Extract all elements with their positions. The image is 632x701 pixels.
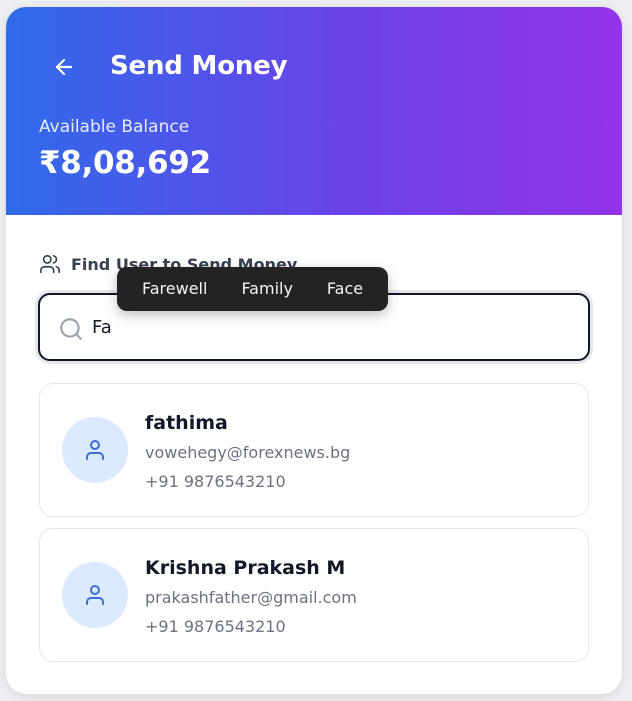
user-name: Krishna Prakash M	[145, 557, 346, 579]
user-phone: +91 9876543210	[145, 472, 286, 491]
search-icon	[60, 318, 82, 340]
user-email: vowehegy@forexnews.bg	[145, 443, 351, 462]
users-icon	[40, 254, 60, 274]
balance-label: Available Balance	[39, 117, 190, 137]
user-icon	[86, 440, 104, 460]
user-phone: +91 9876543210	[145, 617, 286, 636]
back-button[interactable]	[44, 47, 84, 87]
search-input[interactable]	[92, 309, 572, 345]
suggestion-farewell[interactable]: Farewell	[125, 267, 224, 311]
suggestion-face[interactable]: Face	[310, 267, 380, 311]
balance-amount: ₹8,08,692	[39, 145, 211, 181]
avatar	[62, 417, 128, 483]
suggestion-family[interactable]: Family	[224, 267, 309, 311]
user-card[interactable]: Krishna Prakash M prakashfather@gmail.co…	[39, 528, 589, 662]
autocomplete-suggestions: Farewell Family Face	[117, 267, 389, 311]
header: Send Money Available Balance ₹8,08,692	[6, 7, 622, 215]
user-icon	[86, 585, 104, 605]
user-name: fathima	[145, 412, 228, 434]
page-title: Send Money	[110, 51, 288, 81]
send-money-card: Send Money Available Balance ₹8,08,692 F…	[6, 7, 622, 694]
arrow-left-icon	[55, 58, 73, 76]
avatar	[62, 562, 128, 628]
user-email: prakashfather@gmail.com	[145, 588, 357, 607]
user-card[interactable]: fathima vowehegy@forexnews.bg +91 987654…	[39, 383, 589, 517]
